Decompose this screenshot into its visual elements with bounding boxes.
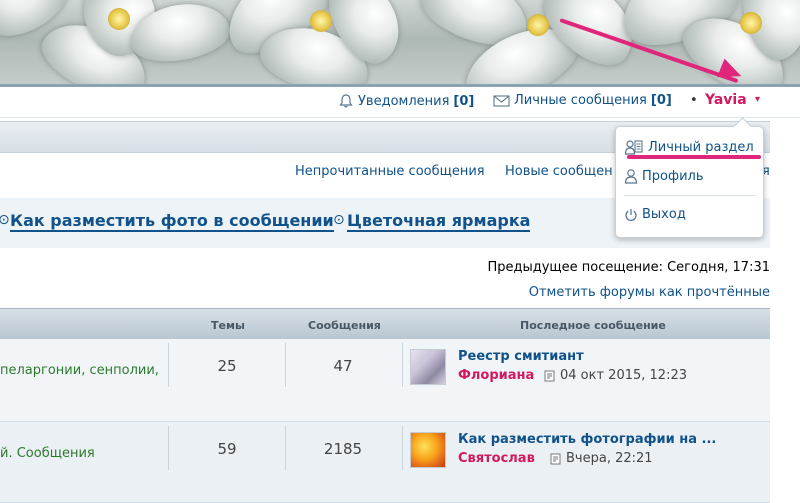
notifications-label: Уведомления — [358, 93, 450, 109]
last-post-author-link[interactable]: Флориана — [458, 368, 534, 383]
column-header-posts: Сообщения — [308, 319, 381, 332]
header-banner — [0, 0, 800, 86]
last-post-timestamp: 04 окт 2015, 12:23 — [560, 368, 687, 383]
messages-count: [0] — [650, 93, 672, 108]
breadcrumb-separator-icon: ⊙ — [333, 212, 345, 228]
menu-item-label: Выход — [642, 207, 686, 222]
notifications-link[interactable]: Уведомления [0] — [338, 93, 474, 109]
breadcrumb-separator-icon: ⊙ — [0, 212, 10, 228]
avatar[interactable] — [410, 349, 446, 385]
notifications-count: [0] — [453, 93, 475, 109]
last-post-title-link[interactable]: Реестр смитиант — [458, 349, 584, 364]
menu-item-logout[interactable]: Выход — [624, 207, 686, 222]
last-post-timestamp: Вчера, 22:21 — [566, 451, 653, 466]
bell-icon — [339, 94, 353, 108]
breadcrumb-item[interactable]: Как разместить фото в сообщении — [10, 212, 334, 232]
posts-count: 47 — [333, 357, 353, 375]
envelope-icon — [493, 94, 510, 107]
forum-description: пеларгонии, сенполии, — [0, 363, 159, 378]
last-post-author-link[interactable]: Святослав — [458, 451, 535, 466]
user-icon — [624, 169, 638, 184]
chevron-down-icon[interactable]: ▾ — [755, 94, 760, 105]
page-margin — [770, 121, 800, 502]
forum-table-header: Темы Сообщения Последное сообщение — [0, 308, 770, 339]
messages-link[interactable]: Личные сообщения [0] — [493, 93, 672, 108]
table-row: пеларгонии, сенполии, 25 47 Реестр смити… — [0, 339, 770, 422]
new-posts-link[interactable]: Новые сообщен — [505, 164, 613, 179]
mark-forums-read-link[interactable]: Отметить форумы как прочтённые — [529, 285, 770, 300]
topics-count: 59 — [217, 440, 237, 458]
avatar[interactable] — [410, 432, 446, 468]
menu-item-profile[interactable]: Профиль — [624, 168, 704, 184]
power-icon — [625, 208, 637, 221]
user-bar: Уведомления [0] Личные сообщения [0] • Y… — [0, 87, 800, 118]
menu-divider — [624, 195, 756, 196]
forum-description: й. Сообщения — [0, 446, 95, 461]
menu-item-label: Личный раздел — [648, 139, 754, 155]
menu-item-personal-area[interactable]: Личный раздел — [624, 139, 754, 155]
unread-posts-link[interactable]: Непрочитанные сообщения — [295, 164, 485, 179]
username-menu-trigger[interactable]: Yavia — [705, 92, 747, 108]
posts-count: 2185 — [323, 440, 363, 458]
table-row: й. Сообщения 59 2185 Как разместить фото… — [0, 422, 770, 503]
annotation-underline — [627, 155, 761, 159]
topics-count: 25 — [217, 357, 237, 375]
messages-label: Личные сообщения — [514, 93, 647, 108]
user-dropdown-menu: Личный раздел Профиль Выход — [615, 117, 764, 238]
last-post-time: 04 окт 2015, 12:23 — [544, 368, 687, 383]
column-header-last-post: Последное сообщение — [520, 319, 666, 332]
menu-item-label: Профиль — [642, 168, 704, 184]
goto-post-icon[interactable] — [544, 370, 556, 382]
user-panel-icon — [624, 140, 643, 155]
goto-post-icon[interactable] — [550, 453, 562, 465]
last-post-title-link[interactable]: Как разместить фотографии на ... — [458, 432, 716, 447]
bullet-separator: • — [690, 93, 698, 108]
previous-visit-text: Предыдущее посещение: Сегодня, 17:31 — [487, 260, 770, 275]
column-header-topics: Темы — [211, 319, 245, 332]
last-post-time: Вчера, 22:21 — [550, 451, 653, 466]
breadcrumb-item[interactable]: Цветочная ярмарка — [347, 212, 531, 232]
